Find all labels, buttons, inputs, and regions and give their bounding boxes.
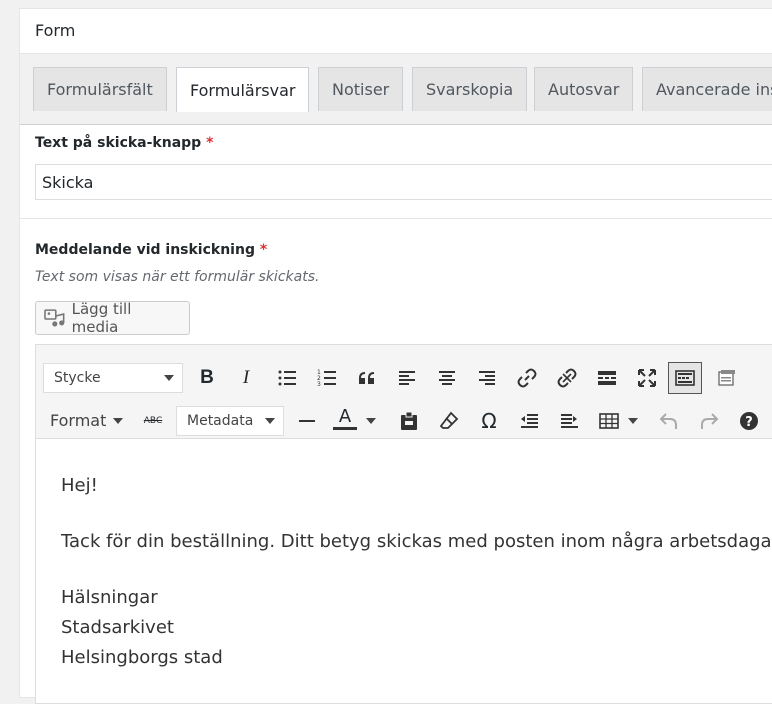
message-label-text: Meddelande vid inskickning — [35, 242, 255, 258]
svg-text:?: ? — [745, 415, 753, 430]
indent-icon — [561, 414, 578, 428]
bold-icon: B — [200, 367, 214, 388]
link-icon — [517, 368, 537, 388]
content-line: Helsingborgs stad — [61, 647, 223, 668]
submit-text-label-text: Text på skicka-knapp — [35, 135, 202, 151]
content-line: Hälsningar — [61, 587, 158, 608]
text-color-dropdown[interactable] — [362, 407, 380, 435]
fullscreen-button[interactable] — [633, 364, 661, 392]
align-center-icon — [439, 371, 455, 385]
align-left-button[interactable] — [393, 364, 421, 392]
submit-text-label: Text på skicka-knapp * — [35, 135, 213, 151]
text-color-button[interactable]: A — [331, 405, 359, 433]
help-icon: ? — [740, 412, 758, 430]
table-icon — [599, 413, 619, 429]
blockquote-button[interactable] — [353, 364, 381, 392]
chevron-down-icon — [113, 417, 124, 424]
editor-toolbar: Stycke B I 123 Format ABC Metadata A Ω ? — [36, 345, 772, 439]
strikethrough-icon: ABC — [143, 416, 163, 426]
special-character-button[interactable]: Ω — [475, 407, 503, 435]
format-menu[interactable]: Format — [50, 411, 124, 430]
tab-autosvar[interactable]: Autosvar — [534, 67, 634, 111]
content-line: Hej! — [61, 475, 98, 496]
paragraph-format-select[interactable]: Stycke — [43, 363, 183, 393]
help-button[interactable]: ? — [735, 407, 763, 435]
media-icon — [44, 309, 65, 327]
bold-button[interactable]: B — [193, 364, 221, 392]
toolbar-toggle-button[interactable] — [668, 362, 702, 394]
bullet-list-button[interactable] — [273, 364, 301, 392]
text-color-swatch — [333, 426, 357, 430]
horizontal-line-button[interactable] — [293, 407, 321, 435]
content-line: Tack för din beställning. Ditt betyg ski… — [61, 531, 772, 552]
undo-button[interactable] — [655, 407, 683, 435]
clear-formatting-button[interactable] — [435, 407, 463, 435]
tab-bar: Formulärsfält Formulärsvar Notiser Svars… — [20, 53, 772, 125]
document-icon — [718, 370, 735, 386]
keyboard-icon — [675, 370, 695, 386]
message-label: Meddelande vid inskickning * — [35, 242, 267, 258]
tab-avancerade[interactable]: Avancerade ins — [642, 67, 772, 111]
metadata-value: Metadata — [187, 413, 254, 429]
eraser-icon — [439, 411, 459, 429]
submit-text-input[interactable]: Skicka — [35, 164, 772, 200]
redo-icon — [701, 413, 719, 429]
numbered-list-button[interactable]: 123 — [313, 364, 341, 392]
paste-text-button[interactable] — [713, 364, 741, 392]
paragraph-format-value: Stycke — [54, 370, 101, 386]
required-marker: * — [259, 242, 268, 258]
required-marker: * — [206, 135, 214, 151]
fullscreen-icon — [638, 369, 656, 387]
rich-text-editor[interactable]: Stycke B I 123 Format ABC Metadata A Ω ?… — [35, 344, 772, 704]
chevron-down-icon — [265, 418, 275, 424]
chevron-down-icon — [628, 418, 638, 424]
insert-link-button[interactable] — [513, 364, 541, 392]
bullet-list-icon — [278, 370, 296, 386]
metadata-select[interactable]: Metadata — [176, 406, 284, 436]
numbered-list-icon: 123 — [317, 369, 336, 388]
tab-notiser[interactable]: Notiser — [318, 67, 404, 111]
align-left-icon — [399, 371, 415, 385]
add-media-label: Lägg till media — [71, 300, 132, 336]
table-dropdown[interactable] — [624, 407, 642, 435]
message-description: Text som visas när ett formulär skickats… — [35, 269, 320, 285]
read-more-icon — [598, 371, 616, 385]
editor-content[interactable]: Hej! Tack för din beställning. Ditt bety… — [61, 471, 772, 673]
add-media-button[interactable]: Lägg till media — [35, 300, 190, 336]
align-right-icon — [479, 371, 495, 385]
indent-button[interactable] — [555, 407, 583, 435]
outdent-icon — [521, 414, 538, 428]
unlink-icon — [557, 368, 577, 388]
svg-text:3: 3 — [317, 381, 321, 388]
format-menu-label: Format — [50, 411, 107, 430]
paste-as-text-button[interactable] — [395, 407, 423, 435]
tab-svarskopia[interactable]: Svarskopia — [412, 67, 528, 111]
italic-button[interactable]: I — [232, 364, 260, 392]
read-more-button[interactable] — [593, 364, 621, 392]
italic-icon: I — [242, 367, 250, 388]
tab-formularsvar[interactable]: Formulärsvar — [176, 67, 310, 112]
align-center-button[interactable] — [433, 364, 461, 392]
content-line: Stadsarkivet — [61, 617, 174, 638]
divider — [20, 218, 772, 219]
outdent-button[interactable] — [515, 407, 543, 435]
table-button[interactable] — [595, 407, 623, 435]
align-right-button[interactable] — [473, 364, 501, 392]
chevron-down-icon — [164, 375, 174, 381]
quote-icon — [359, 372, 374, 384]
strikethrough-button[interactable]: ABC — [139, 407, 167, 435]
tab-formularsfalt[interactable]: Formulärsfält — [33, 67, 167, 111]
clipboard-icon — [401, 411, 417, 430]
remove-link-button[interactable] — [553, 364, 581, 392]
panel-title: Form — [35, 21, 76, 40]
horizontal-line-icon — [299, 420, 315, 422]
text-color-icon: A — [338, 405, 352, 427]
omega-icon: Ω — [481, 409, 497, 433]
form-panel: Form Formulärsfält Formulärsvar Notiser … — [19, 8, 772, 704]
undo-icon — [659, 413, 677, 429]
chevron-down-icon — [366, 418, 376, 424]
redo-button[interactable] — [695, 407, 723, 435]
